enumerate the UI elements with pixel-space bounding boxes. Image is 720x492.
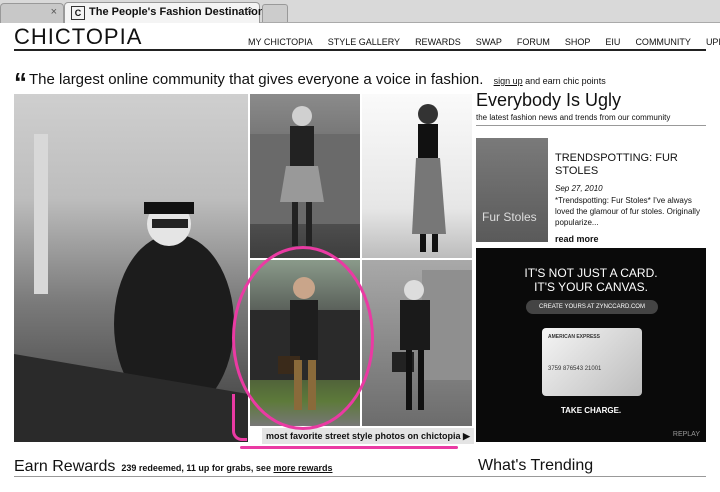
nav-item-eiu[interactable]: EIU xyxy=(605,37,620,47)
thumbnail-text: Fur Stoles xyxy=(482,210,537,224)
signup-link[interactable]: sign up xyxy=(494,76,523,86)
main-nav: MY CHICTOPIA STYLE GALLERY REWARDS SWAP … xyxy=(248,37,720,47)
featured-photo-c[interactable] xyxy=(250,260,360,426)
browser-tab-previous[interactable]: × xyxy=(0,3,64,23)
nav-item-community[interactable]: COMMUNITY xyxy=(635,37,691,47)
person-silhouette-icon xyxy=(412,104,446,252)
ad-line-2: IT'S YOUR CANVAS. xyxy=(534,280,648,294)
rewards-detail: 239 redeemed, 11 up for grabs, see xyxy=(121,463,271,473)
street-style-caption-link[interactable]: most favorite street style photos on chi… xyxy=(262,428,474,444)
nav-item-style-gallery[interactable]: STYLE GALLERY xyxy=(328,37,400,47)
post-date: Sep 27, 2010 xyxy=(555,184,603,193)
post-title[interactable]: TRENDSPOTTING: FUR STOLES xyxy=(555,152,705,178)
person-silhouette-icon xyxy=(14,134,248,442)
blog-title[interactable]: Everybody Is Ugly xyxy=(476,90,621,111)
blog-divider xyxy=(476,125,706,126)
read-more-link[interactable]: read more xyxy=(555,234,599,244)
section-divider xyxy=(14,476,706,477)
header-divider xyxy=(14,49,706,51)
blog-subtitle: the latest fashion news and trends from … xyxy=(476,113,671,122)
earn-rewards-section: Earn Rewards 239 redeemed, 11 up for grab… xyxy=(14,458,333,476)
ad-headline: IT'S NOT JUST A CARD. IT'S YOUR CANVAS. xyxy=(476,266,706,294)
nav-item-forum[interactable]: FORUM xyxy=(517,37,550,47)
quote-mark-icon: “ xyxy=(14,67,27,97)
person-silhouette-icon xyxy=(250,106,360,246)
featured-photo-d[interactable] xyxy=(362,260,472,426)
credit-card-image: AMERICAN EXPRESS 3759 876543 21001 xyxy=(542,328,642,396)
featured-photo-main[interactable] xyxy=(14,94,248,442)
post-thumbnail[interactable]: Fur Stoles xyxy=(476,138,548,242)
advertisement[interactable]: IT'S NOT JUST A CARD. IT'S YOUR CANVAS. … xyxy=(476,248,706,442)
signup-suffix: and earn chic points xyxy=(525,76,606,86)
ad-cta-button[interactable]: CREATE YOURS AT ZYNCCARD.COM xyxy=(526,300,658,314)
ad-replay-button[interactable]: REPLAY xyxy=(673,431,700,438)
favicon-icon: C xyxy=(71,6,85,20)
person-silhouette-icon xyxy=(392,270,472,410)
new-tab-button[interactable] xyxy=(262,4,288,22)
tab-close-icon[interactable]: × xyxy=(51,6,57,18)
browser-tab-bar: × C The People's Fashion Destination ...… xyxy=(0,0,720,23)
nav-item-rewards[interactable]: REWARDS xyxy=(415,37,461,47)
featured-photo-a[interactable] xyxy=(250,94,360,258)
whats-trending-title: What's Trending xyxy=(478,457,594,474)
site-logo[interactable]: CHICTOPIA xyxy=(14,24,142,50)
person-silhouette-icon xyxy=(250,277,360,410)
browser-tab-active[interactable]: C The People's Fashion Destination ... × xyxy=(64,2,277,23)
tagline-text: The largest online community that gives … xyxy=(29,71,484,88)
post-excerpt: *Trendspotting: Fur Stoles* I've always … xyxy=(555,196,700,227)
nav-item-update[interactable]: UPDATE xyxy=(706,37,720,47)
annotation-underline xyxy=(240,446,458,449)
nav-item-my-chictopia[interactable]: MY CHICTOPIA xyxy=(248,37,313,47)
ad-tagline: TAKE CHARGE. xyxy=(560,406,622,415)
earn-rewards-title: Earn Rewards xyxy=(14,458,116,475)
annotation-arrow xyxy=(232,394,247,441)
featured-photo-b[interactable] xyxy=(362,94,472,258)
ad-line-1: IT'S NOT JUST A CARD. xyxy=(524,266,658,280)
tagline: “The largest online community that gives… xyxy=(14,60,606,97)
card-number: 3759 876543 21001 xyxy=(548,366,602,372)
nav-item-shop[interactable]: SHOP xyxy=(565,37,591,47)
tab-close-icon[interactable]: × xyxy=(247,5,253,17)
nav-item-swap[interactable]: SWAP xyxy=(476,37,502,47)
more-rewards-link[interactable]: more rewards xyxy=(273,463,332,473)
card-brand: AMERICAN EXPRESS xyxy=(548,334,600,340)
